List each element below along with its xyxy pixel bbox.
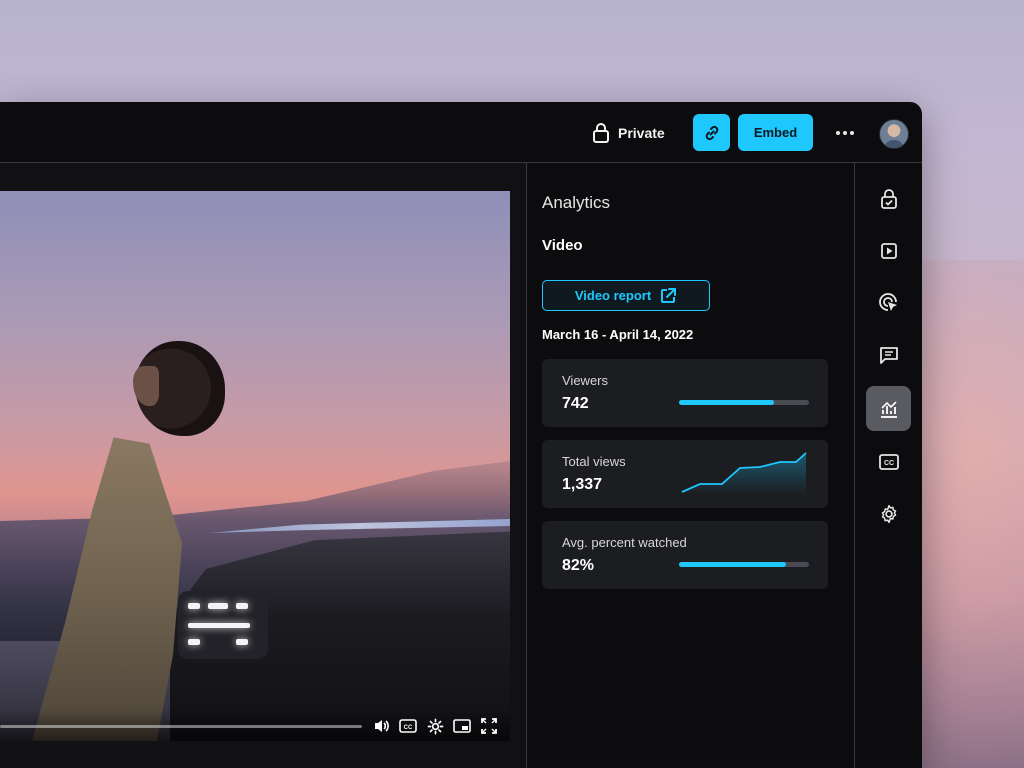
metric-card-total-views: Total views 1,337 <box>542 440 828 508</box>
settings-icon <box>879 504 899 524</box>
svg-text:CC: CC <box>404 725 413 731</box>
panel-title: Analytics <box>542 193 611 212</box>
metric-label: Avg. percent watched <box>562 535 687 550</box>
video-player-area: CC <box>0 163 526 768</box>
video-report-button[interactable]: Video report <box>542 280 710 311</box>
click-target-icon <box>878 292 899 313</box>
date-range: March 16 - April 14, 2022 <box>542 327 694 342</box>
settings-icon[interactable] <box>426 717 444 735</box>
external-link-icon <box>659 287 677 305</box>
metric-value: 742 <box>562 395 589 412</box>
side-icon-rail: CC <box>855 163 922 768</box>
metric-progress-fill <box>679 562 786 567</box>
metric-card-viewers: Viewers 742 <box>542 359 828 427</box>
section-heading: Video <box>542 237 583 254</box>
app-window: Private Embed CC Analytics Video Video r… <box>0 102 922 768</box>
video-scene-headlight <box>178 591 268 659</box>
link-icon <box>703 124 721 142</box>
copy-link-button[interactable] <box>693 114 730 151</box>
analytics-panel: Analytics Video Video report March 16 - … <box>527 163 854 768</box>
video-controls: CC <box>0 709 510 741</box>
top-bar: Private Embed <box>0 102 922 163</box>
rail-settings-button[interactable] <box>866 491 911 536</box>
rail-analytics-button[interactable] <box>866 386 911 431</box>
rail-privacy-button[interactable] <box>866 176 911 221</box>
pip-icon[interactable] <box>453 717 471 735</box>
embed-button[interactable]: Embed <box>738 114 813 151</box>
metric-value: 82% <box>562 557 595 574</box>
rail-comments-button[interactable] <box>866 332 911 377</box>
fullscreen-icon[interactable] <box>480 717 498 735</box>
views-sparkline <box>681 452 807 495</box>
embed-label: Embed <box>753 125 798 140</box>
more-options-button[interactable] <box>831 120 859 146</box>
captions-icon[interactable]: CC <box>399 717 417 735</box>
more-icon <box>836 131 854 135</box>
metric-card-avg-watched: Avg. percent watched 82% <box>542 521 828 589</box>
volume-icon[interactable] <box>373 717 391 735</box>
video-frame[interactable]: CC <box>0 191 510 741</box>
analytics-icon <box>879 399 899 419</box>
captions-icon: CC <box>878 453 899 470</box>
comment-icon <box>879 346 899 364</box>
privacy-label: Private <box>618 125 665 141</box>
rail-player-button[interactable] <box>866 228 911 273</box>
metric-value: 1,337 <box>562 476 603 493</box>
svg-text:CC: CC <box>883 460 893 467</box>
rail-interactivity-button[interactable] <box>866 280 911 325</box>
progress-scrubber[interactable] <box>0 725 362 728</box>
video-report-label: Video report <box>574 288 652 303</box>
avatar[interactable] <box>879 119 909 149</box>
play-icon <box>880 242 898 260</box>
lock-icon <box>592 123 610 143</box>
metric-progress-fill <box>679 400 774 405</box>
metric-label: Total views <box>562 454 626 469</box>
lock-check-icon <box>880 188 898 209</box>
metric-progress-track <box>679 562 809 567</box>
metric-label: Viewers <box>562 373 609 388</box>
rail-captions-button[interactable]: CC <box>866 439 911 484</box>
privacy-toggle[interactable]: Private <box>592 122 665 144</box>
metric-progress-track <box>679 400 809 405</box>
